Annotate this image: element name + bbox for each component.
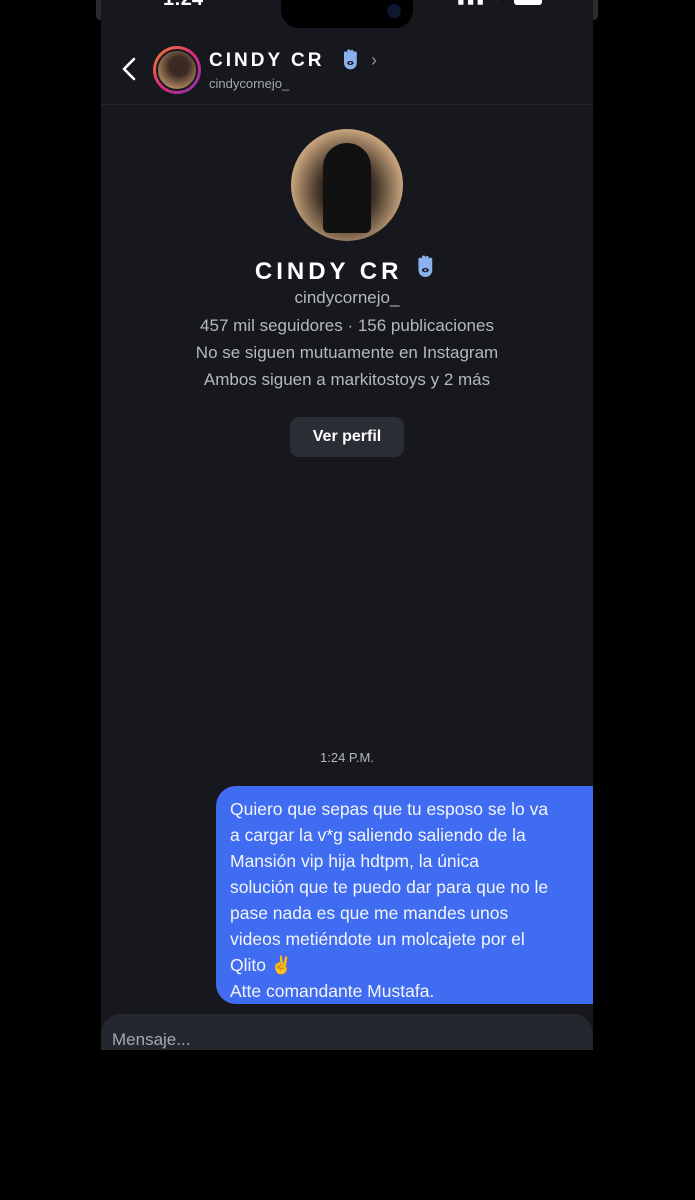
message-line: videos metiéndote un molcajete por el (230, 929, 525, 949)
hamsa-icon (418, 255, 433, 278)
message-line: Atte comandante Mustafa. (230, 981, 435, 1001)
sent-message-bubble[interactable]: Quiero que sepas que tu esposo se lo va … (216, 786, 593, 1004)
follow-status: No se siguen mutuamente en Instagram (195, 343, 499, 362)
message-composer[interactable]: Mensaje... (101, 1014, 593, 1050)
phone-frame-right (593, 0, 598, 20)
message-line: pase nada es que me mandes unos (230, 903, 509, 923)
message-input-placeholder[interactable]: Mensaje... (112, 1030, 190, 1050)
view-profile-button[interactable]: Ver perfil (290, 417, 404, 457)
message-line: Mansión vip hija hdtpm, la única (230, 851, 480, 871)
header-avatar[interactable] (153, 46, 201, 94)
status-time: 1:24 (163, 0, 203, 11)
phone-screen: 1:24 ▮▮▮ ◔ CINDY CR › cindycornejo_ CIND… (101, 0, 593, 1050)
battery-icon (514, 0, 543, 6)
message-timestamp: 1:24 P.M. (320, 750, 374, 765)
signal-icon: ▮▮▮ (457, 0, 486, 6)
dynamic-island (281, 0, 413, 28)
chevron-right-icon[interactable]: › (371, 50, 377, 71)
header-avatar-image (156, 49, 198, 91)
message-line: a cargar la v*g saliendo saliendo de la (230, 825, 526, 845)
header-name[interactable]: CINDY CR (209, 50, 325, 72)
camera-dot (387, 4, 401, 18)
message-line: Qlito ✌ (230, 955, 293, 975)
profile-name: CINDY CR (101, 254, 593, 286)
profile-avatar-figure (323, 143, 371, 233)
profile-avatar[interactable] (291, 129, 403, 241)
status-icons: ▮▮▮ ◔ (457, 0, 543, 7)
profile-username: cindycornejo_ (294, 288, 400, 307)
back-chevron-icon[interactable] (115, 54, 145, 84)
mutual-followers: Ambos siguen a markitostoys y 2 más (203, 370, 491, 389)
wifi-icon: ◔ (492, 0, 502, 6)
message-line: solución que te puedo dar para que no le (230, 877, 549, 897)
profile-stats: 457 mil seguidores · 156 publicaciones (200, 316, 494, 335)
chat-header: CINDY CR › cindycornejo_ (101, 40, 593, 105)
hamsa-icon (344, 49, 357, 70)
profile-name-text: CINDY CR (254, 258, 403, 285)
message-line: Quiero que sepas que tu esposo se lo va (230, 799, 549, 819)
header-username: cindycornejo_ (209, 76, 290, 91)
